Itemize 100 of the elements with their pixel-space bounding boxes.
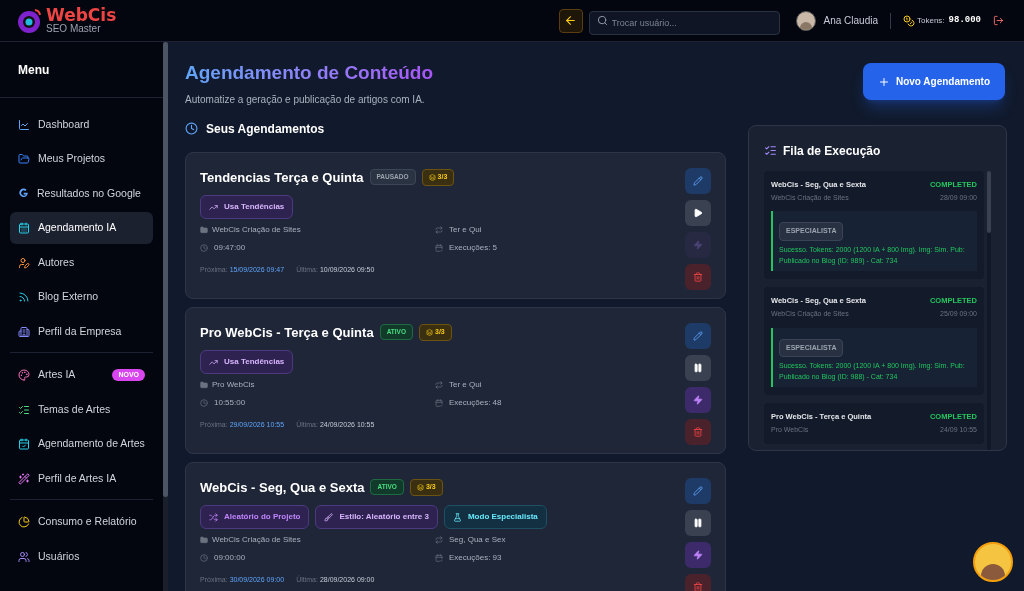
sidebar-item[interactable]: Resultados no Google — [10, 177, 153, 210]
schedule-days: Seg, Qua e Sex — [449, 534, 506, 546]
clock-icon — [200, 244, 208, 252]
checklist-icon — [764, 144, 777, 157]
arrow-left-icon — [564, 14, 578, 27]
logo-subtitle: SEO Master — [46, 24, 102, 34]
schedule-days: Ter e Qui — [449, 224, 482, 236]
schedule-title: Tendencias Terça e Quinta — [200, 168, 364, 187]
user-name: Ana Claudia — [823, 14, 878, 28]
pause-icon — [693, 362, 703, 373]
sidebar-item[interactable]: Consumo e Relatório — [10, 506, 153, 538]
lightning-icon — [693, 394, 703, 405]
sidebar-item[interactable]: Agendamento IA — [10, 212, 153, 244]
google-icon — [18, 188, 29, 199]
folder-icon — [200, 381, 208, 389]
sidebar-item[interactable]: Blog Externo — [10, 281, 153, 313]
palette-icon — [18, 369, 30, 381]
project-name: WebCis Criação de Sites — [212, 534, 301, 546]
sidebar-item[interactable]: Autores — [10, 246, 153, 279]
run-count: Execuções: 93 — [449, 552, 502, 564]
edit-button[interactable] — [685, 477, 711, 504]
trash-icon — [693, 426, 703, 437]
coins-icon — [903, 14, 915, 27]
project-name: Pro WebCis — [212, 379, 255, 391]
tag-label: Estilo: Aleatório entre 3 — [339, 511, 429, 523]
schedule-time: 10:55:00 — [214, 397, 246, 409]
delete-button[interactable] — [685, 263, 711, 290]
lightning-icon — [693, 239, 703, 250]
sidebar-item[interactable]: Dashboard — [10, 108, 153, 141]
schedule-title: WebCis - Seg, Qua e Sexta — [200, 478, 365, 497]
sidebar-item[interactable]: Perfil de Artes IA — [10, 462, 153, 495]
run-button[interactable] — [685, 541, 711, 568]
layers-icon — [416, 483, 424, 491]
tag-label: Aleatório do Projeto — [224, 511, 301, 523]
trend-icon — [209, 202, 218, 212]
checklist-icon — [18, 403, 30, 416]
layers-icon — [426, 328, 433, 336]
search-field[interactable]: Trocar usuário... — [588, 10, 780, 35]
tag-label: Usa Tendências — [224, 356, 285, 368]
pause-button[interactable] — [685, 354, 711, 381]
page-subtitle: Automatize a geração e publicação de artigos com IA. — [185, 92, 426, 107]
play-button[interactable] — [685, 199, 711, 226]
project-name: WebCis Criação de Sites — [212, 224, 301, 236]
sidebar-item[interactable]: Usuários — [10, 540, 153, 573]
calendar-icon — [435, 399, 443, 407]
search-icon — [596, 14, 608, 26]
layers-icon — [428, 173, 436, 181]
logout-button[interactable] — [993, 15, 1004, 26]
back-button[interactable] — [558, 8, 583, 33]
folder-icon — [18, 153, 30, 165]
folder-icon — [200, 226, 208, 234]
tag-label: Modo Especialista — [467, 511, 538, 523]
scrollbar-thumb[interactable] — [987, 170, 991, 233]
repeat-icon — [435, 536, 443, 544]
pencil-icon — [693, 485, 703, 496]
flask-icon — [452, 512, 462, 522]
schedule-title: Pro WebCis - Terça e Quinta — [200, 323, 374, 342]
brush-icon — [324, 512, 334, 522]
trash-icon — [693, 581, 703, 591]
edit-button[interactable] — [685, 322, 711, 349]
pause-button[interactable] — [685, 509, 711, 536]
schedule-time: 09:47:00 — [214, 242, 246, 254]
sidebar-item[interactable]: Meus Projetos — [10, 143, 153, 175]
menu-title: Menu — [18, 61, 50, 79]
run-count: Execuções: 48 — [449, 397, 502, 409]
sidebar-item[interactable]: Perfil da Empresa — [10, 315, 153, 348]
trend-icon — [209, 357, 218, 367]
new-schedule-button[interactable]: Novo Agendamento — [862, 63, 1005, 100]
schedule-time: 09:00:00 — [214, 552, 246, 564]
run-count: Execuções: 5 — [449, 242, 498, 254]
pause-icon — [693, 517, 703, 528]
calendar-icon — [435, 554, 443, 562]
calendar-icon — [435, 244, 443, 252]
users-icon — [18, 550, 30, 563]
logout-icon — [993, 15, 1004, 26]
repeat-icon — [435, 226, 443, 234]
tokens-label: Tokens: — [917, 14, 945, 27]
calendar-icon — [18, 222, 30, 234]
tag-label: Usa Tendências — [224, 201, 285, 213]
shuffle-icon — [209, 512, 218, 522]
edit-button[interactable] — [685, 167, 711, 194]
lightning-icon — [693, 549, 703, 560]
logo-icon — [16, 7, 42, 34]
plus-icon — [877, 75, 890, 88]
tokens-value: 98.000 — [948, 13, 981, 27]
clock-icon — [200, 554, 208, 562]
run-button[interactable] — [685, 386, 711, 413]
chart-icon — [18, 118, 30, 131]
trash-icon — [693, 271, 703, 282]
building-icon — [18, 325, 30, 338]
pencil-icon — [693, 330, 703, 341]
sidebar-item[interactable]: Temas de Artes — [10, 393, 153, 426]
sidebar-item[interactable]: Agendamento de Artes — [10, 428, 153, 460]
clock-icon — [185, 122, 198, 135]
delete-button[interactable] — [685, 418, 711, 445]
folder-icon — [200, 536, 208, 544]
pencil-icon — [693, 175, 703, 186]
scrollbar-thumb[interactable] — [163, 42, 168, 497]
pie-chart-icon — [18, 516, 30, 528]
calendar-check-icon — [18, 438, 30, 450]
